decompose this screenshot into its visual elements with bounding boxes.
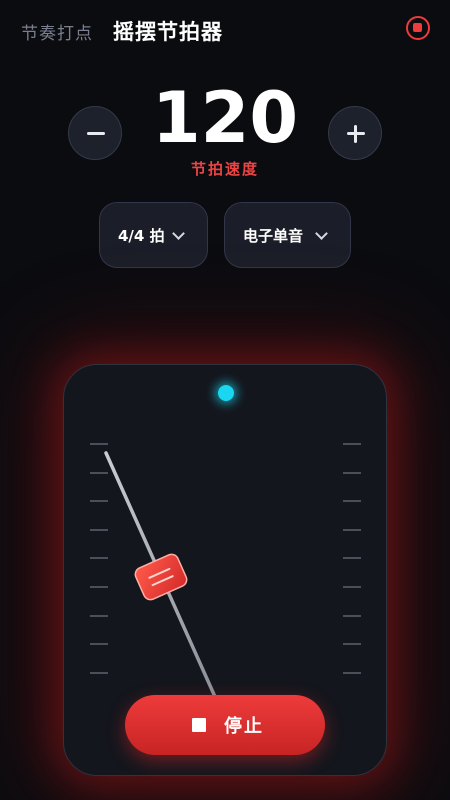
tempo-label: 节拍速度 — [190, 160, 259, 178]
time-signature-value: 4/4 拍 — [118, 227, 165, 245]
sound-value: 电子单音 — [243, 227, 304, 245]
tab-metronome[interactable]: 摇摆节拍器 — [113, 16, 223, 46]
decrease-tempo-button[interactable] — [68, 106, 122, 160]
sound-dropdown[interactable]: 电子单音 — [224, 202, 351, 268]
chevron-down-icon — [172, 227, 185, 240]
stop-square-icon — [413, 23, 422, 32]
time-signature-dropdown[interactable]: 4/4 拍 — [99, 202, 208, 268]
record-stop-button[interactable] — [406, 16, 430, 40]
header: 节奏打点 摇摆节拍器 — [0, 0, 450, 62]
increase-tempo-button[interactable] — [328, 106, 382, 160]
bpm-value: 120 — [151, 77, 299, 159]
stop-label: 停止 — [224, 716, 264, 737]
stop-button[interactable]: 停止 — [125, 695, 325, 755]
pendulum-weight[interactable] — [133, 552, 189, 602]
plus-icon-vertical — [354, 125, 357, 143]
chevron-down-icon — [315, 227, 328, 240]
tab-rhythm-tap[interactable]: 节奏打点 — [21, 19, 93, 44]
stop-icon — [192, 718, 206, 732]
minus-icon — [87, 132, 105, 135]
